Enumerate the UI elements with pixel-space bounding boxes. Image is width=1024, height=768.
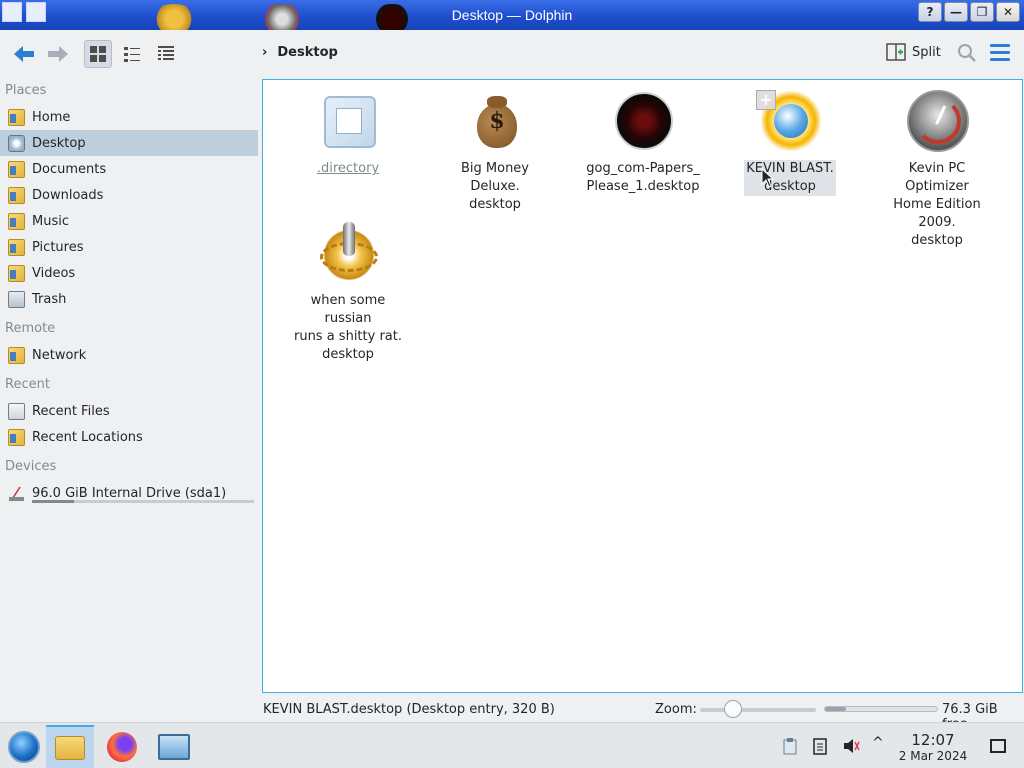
clock-time: 12:07	[911, 731, 955, 749]
places-header: Places	[5, 83, 47, 98]
music-folder-icon	[8, 212, 25, 230]
task-system-settings[interactable]	[150, 725, 198, 768]
monitor-settings-icon	[158, 734, 190, 760]
task-dolphin[interactable]	[46, 725, 94, 768]
directory-file-icon	[316, 90, 380, 154]
sidebar-item-documents[interactable]: Documents	[0, 156, 260, 182]
file-item-kevin-blast[interactable]: + KEVIN BLAST. desktop	[730, 90, 850, 196]
recent-header: Recent	[5, 377, 50, 392]
show-desktop-button[interactable]	[990, 739, 1006, 753]
places-panel: Places Home Desktop Documents Downloads …	[0, 78, 260, 698]
downloads-folder-icon	[8, 186, 25, 204]
toolbar: › Desktop Split	[0, 30, 1024, 78]
arrow-left-icon	[14, 46, 34, 62]
sun-globe-icon: +	[756, 90, 822, 154]
search-icon	[958, 44, 976, 62]
search-button[interactable]	[956, 42, 978, 68]
sidebar-item-music[interactable]: Music	[0, 208, 260, 234]
firefox-icon	[107, 732, 137, 762]
notes-tray-icon[interactable]	[812, 737, 828, 759]
split-label: Split	[912, 44, 941, 60]
compact-view-button[interactable]	[118, 40, 146, 68]
file-item-papers-please[interactable]: gog_com-Papers_ Please_1.desktop	[583, 90, 703, 196]
file-item-directory[interactable]: .directory	[288, 90, 408, 178]
mouse-pointer-icon	[761, 168, 775, 188]
minimize-button[interactable]: —	[944, 2, 968, 22]
sidebar-item-recent-files[interactable]: Recent Files	[0, 398, 260, 424]
sidebar-item-trash[interactable]: Trash	[0, 286, 260, 312]
free-space-fill	[825, 707, 847, 711]
drive-usage-bar	[32, 500, 254, 503]
arrow-right-icon	[48, 46, 68, 62]
zoom-slider-handle[interactable]	[724, 700, 742, 718]
file-item-kevin-pc-optimizer[interactable]: Kevin PC Optimizer Home Edition 2009. desk…	[877, 90, 997, 250]
file-item-russian-rat[interactable]: when some russian runs a shitty rat. deskt…	[288, 222, 408, 364]
free-space-bar	[824, 706, 938, 712]
papers-please-icon	[611, 90, 675, 154]
status-text: KEVIN BLAST.desktop (Desktop entry, 320 …	[263, 702, 555, 717]
drive-usage-fill	[32, 500, 75, 503]
volume-muted-icon[interactable]	[842, 737, 860, 759]
split-view-icon	[886, 43, 906, 61]
trash-icon	[8, 290, 25, 308]
clipboard-tray-icon[interactable]	[782, 737, 798, 759]
sidebar-item-network[interactable]: Network	[0, 342, 260, 368]
remote-header: Remote	[5, 321, 56, 336]
sidebar-item-downloads[interactable]: Downloads	[0, 182, 260, 208]
breadcrumb[interactable]: › Desktop	[262, 45, 338, 60]
drive-icon	[9, 486, 24, 501]
compact-view-icon	[124, 47, 140, 62]
documents-folder-icon	[8, 160, 25, 178]
hamburger-menu-button[interactable]	[990, 44, 1010, 65]
folder-app-icon	[55, 736, 85, 760]
help-button[interactable]: ?	[918, 2, 942, 22]
home-folder-icon	[8, 108, 25, 126]
status-bar: KEVIN BLAST.desktop (Desktop entry, 320 …	[0, 698, 1024, 732]
windows-orb-icon	[8, 731, 40, 763]
window-title: Desktop — Dolphin	[451, 7, 573, 23]
zoom-label: Zoom:	[655, 702, 697, 717]
details-view-icon	[158, 46, 174, 60]
start-menu-button[interactable]	[0, 725, 48, 768]
sidebar-item-videos[interactable]: Videos	[0, 260, 260, 286]
tray-expand-arrow[interactable]: ^	[872, 735, 884, 751]
zoom-slider-track[interactable]	[700, 708, 816, 712]
breadcrumb-desktop[interactable]: Desktop	[277, 45, 337, 60]
taskbar: ^ 12:07 2 Mar 2024	[0, 722, 1024, 768]
close-button[interactable]: ✕	[996, 2, 1020, 22]
file-item-big-money-deluxe[interactable]: $ Big Money Deluxe. desktop	[435, 90, 555, 214]
gauge-icon	[905, 90, 969, 154]
icons-view-icon	[90, 46, 106, 62]
icons-view-button[interactable]	[84, 40, 112, 68]
details-view-button[interactable]	[152, 40, 180, 68]
task-firefox[interactable]	[98, 725, 146, 768]
forward-button[interactable]	[44, 40, 72, 68]
sidebar-item-pictures[interactable]: Pictures	[0, 234, 260, 260]
sidebar-item-desktop[interactable]: Desktop	[0, 130, 258, 156]
file-view[interactable]: .directory $ Big Money Deluxe. desktop go…	[262, 79, 1023, 693]
devices-header: Devices	[5, 459, 57, 474]
network-folder-icon	[8, 346, 25, 364]
clock-date: 2 Mar 2024	[898, 749, 968, 763]
split-button[interactable]: Split	[886, 43, 941, 61]
desktop-icon	[8, 134, 25, 152]
recent-files-icon	[8, 402, 25, 420]
recent-locations-icon	[8, 428, 25, 446]
sidebar-item-home[interactable]: Home	[0, 104, 260, 130]
money-bag-icon: $	[463, 90, 527, 154]
sidebar-item-recent-locations[interactable]: Recent Locations	[0, 424, 260, 450]
title-bar[interactable]: Desktop — Dolphin ? — ❐ ✕	[0, 0, 1024, 30]
gear-icon	[316, 222, 380, 286]
back-button[interactable]	[10, 40, 38, 68]
videos-folder-icon	[8, 264, 25, 282]
pictures-folder-icon	[8, 238, 25, 256]
chevron-right-icon: ›	[262, 45, 268, 60]
clock[interactable]: 12:07 2 Mar 2024	[895, 731, 971, 764]
maximize-button[interactable]: ❐	[970, 2, 994, 22]
